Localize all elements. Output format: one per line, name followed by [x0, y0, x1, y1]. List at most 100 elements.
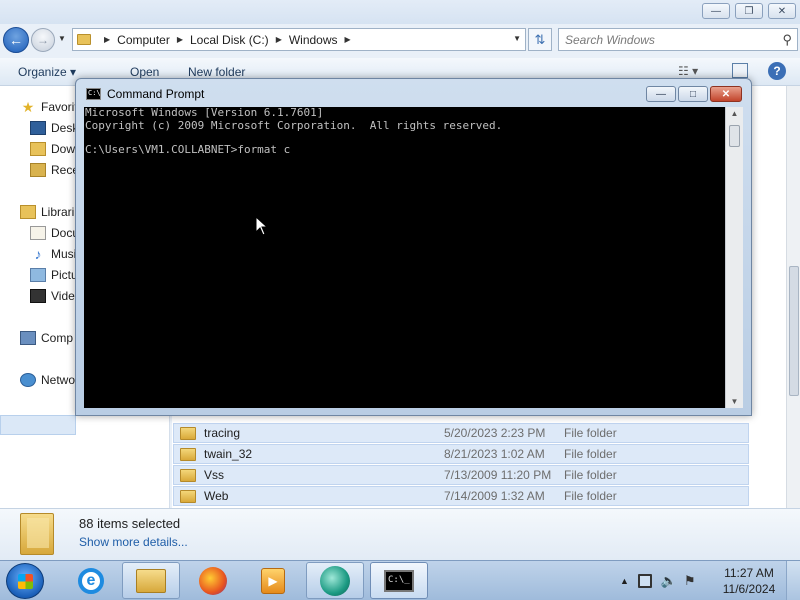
file-type: File folder: [564, 447, 617, 461]
file-row[interactable]: tracing 5/20/2023 2:23 PM File folder: [173, 423, 749, 443]
cmd-scrollbar-thumb[interactable]: [729, 125, 740, 147]
nav-item-desktop[interactable]: Desk: [30, 119, 76, 137]
clock[interactable]: 11:27 AM 11/6/2024: [716, 565, 782, 597]
nav-item-pictures[interactable]: Pictu: [30, 266, 76, 284]
close-icon: ✕: [721, 88, 731, 100]
file-row[interactable]: twain_32 8/21/2023 1:02 AM File folder: [173, 444, 749, 464]
taskbar-command-prompt[interactable]: C:\_: [370, 562, 428, 599]
breadcrumb-computer[interactable]: Computer: [117, 33, 170, 47]
show-more-details-link[interactable]: Show more details...: [79, 535, 188, 549]
action-center-flag-icon[interactable]: ⚑: [684, 574, 698, 588]
folder-explorer-icon: [136, 568, 166, 593]
refresh-button[interactable]: ⇅: [528, 28, 552, 51]
forward-arrow-icon: →: [37, 33, 49, 47]
breadcrumb-windows[interactable]: Windows: [289, 33, 338, 47]
restore-icon: ❐: [744, 5, 754, 17]
network-status-icon[interactable]: [637, 574, 652, 588]
nav-label: Comp: [41, 331, 74, 345]
address-dropdown-icon[interactable]: ▼: [513, 34, 521, 43]
maximize-button[interactable]: ❐: [735, 3, 763, 19]
chevron-right-icon[interactable]: ▶: [104, 35, 110, 44]
scrollbar-thumb[interactable]: [789, 266, 799, 396]
preview-pane-icon[interactable]: [732, 63, 748, 78]
file-row[interactable]: Vss 7/13/2009 11:20 PM File folder: [173, 465, 749, 485]
search-icon[interactable]: ⚲: [782, 32, 792, 48]
nav-item-music[interactable]: ♪ Musi: [30, 245, 77, 263]
show-desktop-button[interactable]: [786, 561, 800, 600]
file-name: twain_32: [204, 447, 253, 461]
cmd-maximize-button[interactable]: □: [678, 86, 708, 102]
close-icon: ✕: [777, 5, 787, 17]
file-date: 5/20/2023 2:23 PM: [444, 426, 546, 440]
details-pane: 88 items selected Show more details...: [0, 508, 800, 560]
organize-menu[interactable]: Organize ▾: [18, 65, 76, 79]
nav-label: Netwo: [41, 373, 76, 387]
folder-icon: [77, 34, 91, 45]
console-prompt-line[interactable]: C:\Users\VM1.COLLABNET>format c: [85, 143, 725, 157]
nav-item-recent[interactable]: Rece: [30, 161, 76, 179]
cmd-window-title: Command Prompt: [107, 87, 205, 101]
explorer-titlebar[interactable]: — ❐ ✕: [0, 0, 800, 24]
start-button[interactable]: [6, 563, 44, 599]
cmd-minimize-button[interactable]: —: [646, 86, 676, 102]
file-date: 7/14/2009 1:32 AM: [444, 489, 545, 503]
taskbar-windows-explorer[interactable]: [122, 562, 180, 599]
nav-item-videos[interactable]: Vide: [30, 287, 76, 305]
nav-label: Pictu: [51, 268, 76, 282]
nav-item-documents[interactable]: Docu: [30, 224, 76, 242]
file-name: Web: [204, 489, 229, 503]
libraries-icon: [20, 205, 36, 219]
cmd-scrollbar[interactable]: ▲ ▼: [725, 107, 743, 408]
volume-muted-icon[interactable]: 🔈: [661, 574, 677, 588]
forward-button[interactable]: →: [31, 28, 55, 52]
taskbar: e ▶ C:\_ ▲ 🔈 ⚑ 11:27 AM 11/6/2024: [0, 560, 800, 600]
nav-item-downloads[interactable]: Dow: [30, 140, 76, 158]
minimize-button[interactable]: —: [702, 3, 730, 19]
nav-item-computer[interactable]: Comp: [20, 329, 76, 347]
music-icon: ♪: [34, 246, 42, 262]
cmd-app-icon[interactable]: C:\: [86, 88, 101, 100]
nav-label: Librari: [41, 205, 75, 219]
scroll-down-icon[interactable]: ▼: [726, 397, 743, 406]
selection-count: 88 items selected: [79, 516, 181, 531]
nav-item-network[interactable]: Netwo: [20, 371, 76, 389]
scroll-up-icon[interactable]: ▲: [726, 109, 743, 118]
recent-pages-dropdown-icon[interactable]: ▼: [58, 34, 66, 43]
taskbar-internet-explorer[interactable]: e: [62, 562, 120, 599]
change-view-icon[interactable]: ☷ ▾: [678, 64, 698, 78]
cmd-close-button[interactable]: ✕: [710, 86, 742, 102]
close-button[interactable]: ✕: [768, 3, 796, 19]
address-bar[interactable]: ▶ Computer ▶ Local Disk (C:) ▶ Windows ▶…: [72, 28, 526, 51]
cmd-titlebar[interactable]: C:\ Command Prompt — □ ✕: [76, 79, 751, 107]
nav-label: Desk: [51, 121, 76, 135]
open-button[interactable]: Open: [130, 65, 159, 79]
new-folder-button[interactable]: New folder: [188, 65, 245, 79]
file-row[interactable]: Web 7/14/2009 1:32 AM File folder: [173, 486, 749, 506]
file-type: File folder: [564, 489, 617, 503]
file-type: File folder: [564, 468, 617, 482]
search-input[interactable]: [559, 29, 769, 50]
minimize-icon: —: [656, 88, 666, 100]
taskbar-firefox[interactable]: [184, 562, 242, 599]
nav-item-libraries[interactable]: Librari: [20, 203, 76, 221]
computer-icon: [20, 331, 36, 345]
search-box[interactable]: ⚲: [558, 28, 798, 51]
chevron-right-icon[interactable]: ▶: [345, 35, 351, 44]
star-icon: ★: [21, 99, 35, 115]
chevron-right-icon[interactable]: ▶: [276, 35, 282, 44]
console-output[interactable]: Microsoft Windows [Version 6.1.7601] Cop…: [84, 106, 725, 408]
internet-explorer-icon: e: [78, 567, 104, 594]
taskbar-sphere-app[interactable]: [306, 562, 364, 599]
help-icon[interactable]: ?: [768, 62, 786, 80]
nav-label: Dow: [51, 142, 76, 156]
folder-icon: [180, 489, 196, 503]
nav-label: Rece: [51, 163, 76, 177]
breadcrumb-local-disk[interactable]: Local Disk (C:): [190, 33, 269, 47]
back-button[interactable]: ←: [3, 27, 29, 53]
show-hidden-icons-icon[interactable]: ▲: [620, 576, 629, 586]
folder-icon: [180, 447, 196, 461]
taskbar-media-player[interactable]: ▶: [244, 562, 302, 599]
chevron-right-icon[interactable]: ▶: [177, 35, 183, 44]
nav-item-favorites[interactable]: ★ Favorit: [20, 98, 76, 116]
file-list-scrollbar[interactable]: [786, 86, 800, 508]
